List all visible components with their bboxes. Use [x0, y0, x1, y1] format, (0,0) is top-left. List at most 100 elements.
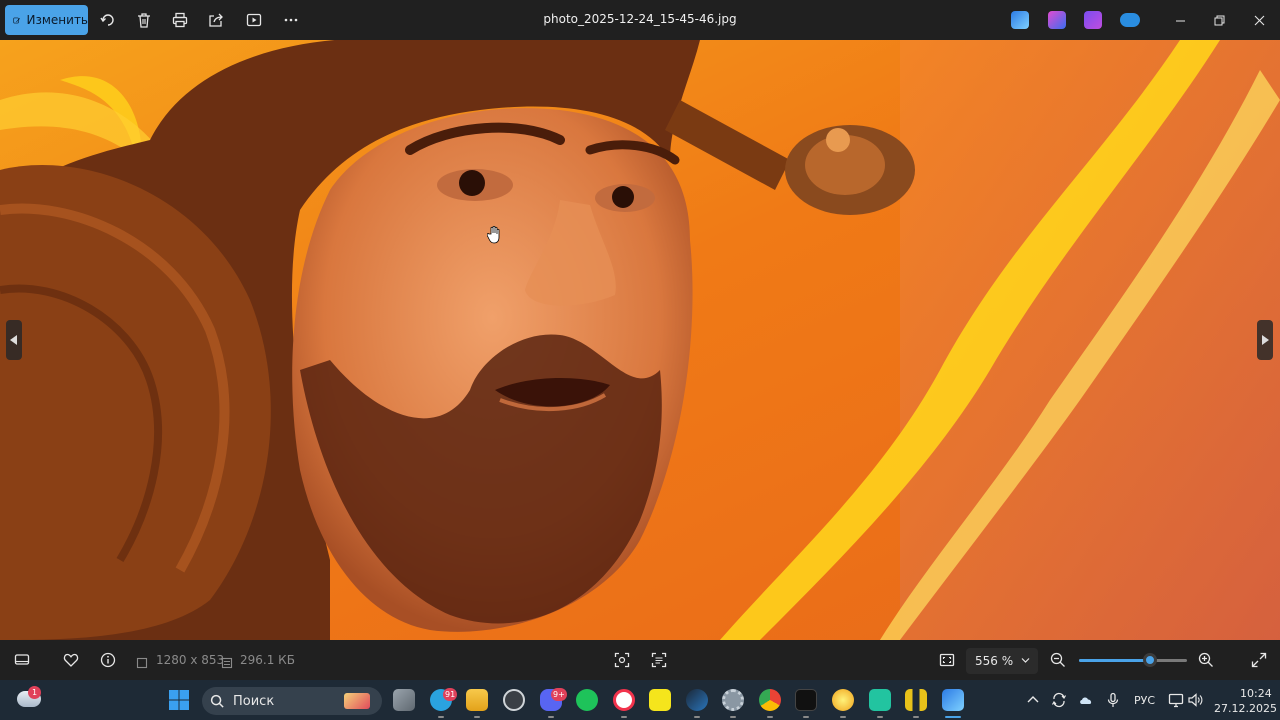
chevron-down-icon — [1021, 658, 1030, 663]
zoom-out-button[interactable] — [1050, 652, 1066, 668]
clock-time: 10:24 — [1240, 687, 1272, 700]
window-title: photo_2025-12-24_15-45-46.jpg — [543, 12, 737, 26]
file-info-button[interactable] — [100, 652, 116, 668]
calendar-highlight-icon — [344, 693, 370, 709]
rotate-icon — [100, 14, 114, 26]
text-scan-icon — [651, 652, 667, 668]
more-options-button[interactable] — [281, 10, 301, 30]
chrome-running-indicator — [767, 716, 773, 718]
fullscreen-button[interactable] — [1251, 652, 1267, 668]
fit-screen-icon — [939, 653, 955, 667]
edit-button[interactable]: Изменить — [5, 5, 88, 35]
chevron-up-icon — [1027, 696, 1039, 703]
heart-icon — [63, 653, 79, 667]
zoom-slider-thumb[interactable] — [1143, 653, 1158, 667]
sync-tray-button[interactable] — [1051, 692, 1067, 708]
favorite-button[interactable] — [63, 652, 79, 668]
steam-icon[interactable] — [686, 689, 708, 711]
status-bar: 1280 x 853 296.1 КБ 556 % — [0, 640, 1280, 680]
slideshow-icon — [246, 13, 262, 27]
more-icon — [284, 18, 298, 22]
expand-icon — [1251, 652, 1267, 668]
settings-gear-icon[interactable] — [722, 689, 744, 711]
discord-badge: 9+ — [551, 688, 567, 701]
top-toolbar: Изменить photo_2025-12-24_15-45-46.jpg — [0, 0, 1280, 40]
speaker-icon — [1188, 693, 1203, 707]
restore-button[interactable] — [1209, 10, 1229, 30]
zoom-in-button[interactable] — [1198, 652, 1214, 668]
pause-app-icon[interactable] — [905, 689, 927, 711]
task-view-icon[interactable] — [393, 689, 415, 711]
fit-to-window-button[interactable] — [939, 652, 955, 668]
restore-icon — [1214, 15, 1224, 25]
burst-app-running-indicator — [840, 716, 846, 718]
burst-app-icon[interactable] — [832, 689, 854, 711]
volume-tray-button[interactable] — [1187, 692, 1203, 708]
visual-search-button[interactable] — [614, 652, 630, 668]
clipchamp-icon[interactable] — [1084, 11, 1102, 29]
chrome-icon[interactable] — [759, 689, 781, 711]
chevron-right-icon — [1262, 335, 1269, 345]
taskbar-search-box[interactable]: Поиск — [202, 687, 382, 715]
file-explorer-running-indicator — [474, 716, 480, 718]
edit-icon — [13, 17, 21, 23]
print-button[interactable] — [170, 10, 190, 30]
start-button[interactable] — [168, 689, 190, 711]
cloud-icon — [1080, 697, 1092, 704]
file-explorer-icon[interactable] — [466, 689, 488, 711]
microphone-tray-button[interactable] — [1105, 692, 1121, 708]
image-viewport[interactable] — [0, 40, 1280, 640]
clock-date: 27.12.2025 — [1214, 702, 1277, 715]
zoom-level-value: 556 % — [975, 654, 1014, 668]
telegram-badge: 91 — [443, 688, 458, 701]
photos-active-indicator — [945, 716, 961, 718]
file-size-icon — [221, 654, 233, 669]
image-dimensions: 1280 x 853 — [156, 653, 225, 667]
yandex-browser-icon[interactable] — [613, 689, 635, 711]
windows-logo-icon — [169, 690, 189, 710]
sticky-notes-icon[interactable] — [649, 689, 671, 711]
hand-cursor-icon — [487, 226, 500, 244]
yandex-running-indicator — [621, 716, 627, 718]
discord-running-indicator — [548, 716, 554, 718]
network-tray-button[interactable] — [1168, 692, 1184, 708]
share-button[interactable] — [206, 10, 226, 30]
rotate-button[interactable] — [98, 10, 118, 30]
text-recognition-button[interactable] — [651, 652, 667, 668]
chevron-left-icon — [10, 335, 17, 345]
onedrive-tray-button[interactable] — [1078, 692, 1094, 708]
input-language[interactable]: РУС — [1134, 694, 1155, 707]
game-controller-app-icon[interactable] — [869, 689, 891, 711]
info-icon — [100, 652, 116, 668]
print-icon — [172, 12, 188, 28]
xbox-app-icon[interactable] — [576, 689, 598, 711]
show-hidden-icons-button[interactable] — [1025, 692, 1041, 708]
filmstrip-button[interactable] — [14, 652, 30, 668]
zoom-in-icon — [1198, 652, 1213, 667]
slideshow-button[interactable] — [244, 10, 264, 30]
settings-running-indicator — [730, 716, 736, 718]
steam-running-indicator — [694, 716, 700, 718]
photo-editor-icon[interactable] — [1011, 11, 1029, 29]
previous-image-button[interactable] — [6, 320, 22, 360]
zoom-slider-fill — [1079, 659, 1151, 662]
zoom-level-dropdown[interactable]: 556 % — [966, 648, 1038, 674]
next-image-button[interactable] — [1257, 320, 1273, 360]
photos-app-icon[interactable] — [942, 689, 964, 711]
zoom-slider[interactable] — [1079, 653, 1187, 667]
visual-search-icon — [614, 652, 630, 668]
photo-image — [0, 40, 1280, 640]
revo-running-indicator — [803, 716, 809, 718]
revo-uninstaller-icon[interactable] — [795, 689, 817, 711]
onedrive-icon[interactable] — [1120, 13, 1140, 27]
photos-app-window: Изменить photo_2025-12-24_15-45-46.jpg 1… — [0, 0, 1280, 720]
minimize-button[interactable] — [1170, 10, 1190, 30]
microphone-icon — [1107, 692, 1119, 707]
pause-app-running-indicator — [913, 716, 919, 718]
close-button[interactable] — [1249, 10, 1269, 30]
obs-studio-icon[interactable] — [503, 689, 525, 711]
search-label: Поиск — [233, 693, 275, 709]
controller-app-running-indicator — [877, 716, 883, 718]
delete-button[interactable] — [134, 10, 154, 30]
designer-icon[interactable] — [1048, 11, 1066, 29]
